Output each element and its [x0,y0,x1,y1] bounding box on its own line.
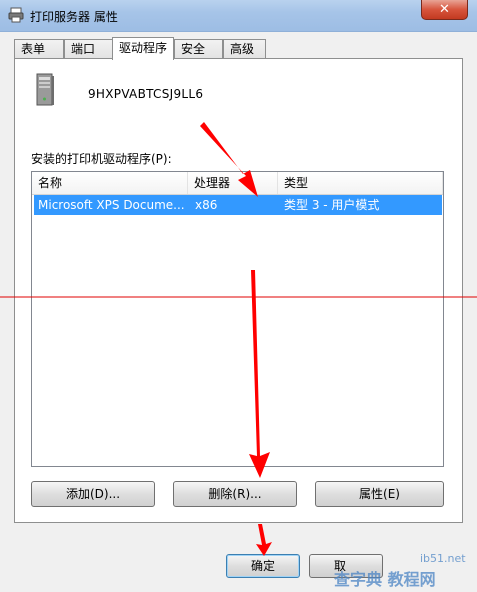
tab-strip: 表单 端口 驱动程序 安全 高级 [14,37,464,60]
driver-name-cell: Microsoft XPS Docume... [38,198,185,212]
tab-advanced[interactable]: 高级 [223,39,266,58]
server-tower-icon [36,73,54,106]
tab-forms[interactable]: 表单 [14,39,64,58]
add-driver-button[interactable]: 添加(D)... [31,481,155,507]
listview-header: 名称 处理器 类型 [32,172,443,195]
driver-properties-button[interactable]: 属性(E) [315,481,444,507]
column-header-processor[interactable]: 处理器 [188,172,278,194]
drivers-listview[interactable]: 名称 处理器 类型 Microsoft XPS Docume... x86 类型… [31,171,444,467]
tab-ports[interactable]: 端口 [64,39,114,58]
column-header-name[interactable]: 名称 [32,172,188,194]
tab-security[interactable]: 安全 [174,39,223,58]
title-bar: 打印服务器 属性 ✕ [0,0,477,32]
close-icon: ✕ [439,2,450,17]
server-name: 9HXPVABTCSJ9LL6 [88,87,204,101]
table-row[interactable]: Microsoft XPS Docume... x86 类型 3 - 用户模式 [34,195,442,215]
annotation-arrow-ok [256,524,272,556]
watermark-url: ib51.net [420,552,466,565]
driver-type-cell: 类型 3 - 用户模式 [284,198,380,212]
driver-processor-cell: x86 [195,198,218,212]
close-button[interactable]: ✕ [421,0,468,20]
watermark: ib51.net 查字典 教程网 [330,552,477,592]
column-header-type[interactable]: 类型 [278,172,443,194]
window-title: 打印服务器 属性 [30,10,118,24]
watermark-site: 查字典 教程网 [334,570,436,589]
ok-button[interactable]: 确定 [226,554,300,578]
tab-drivers[interactable]: 驱动程序 [112,37,174,60]
printer-icon [8,7,24,23]
drivers-tab-panel: 9HXPVABTCSJ9LL6 安装的打印机驱动程序(P): 名称 处理器 类型… [14,58,463,523]
remove-driver-button[interactable]: 删除(R)... [173,481,297,507]
installed-drivers-label: 安装的打印机驱动程序(P): [31,152,172,166]
